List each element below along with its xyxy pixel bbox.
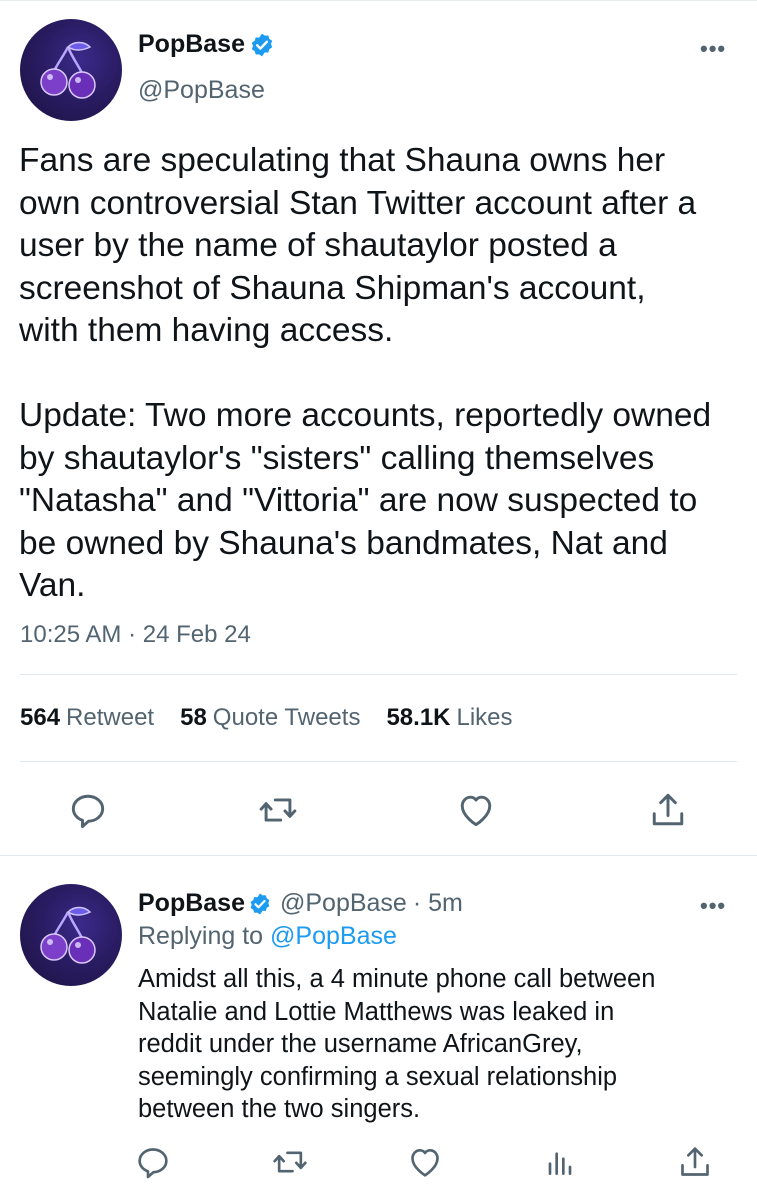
display-name[interactable]: PopBase <box>138 889 245 918</box>
handle[interactable]: @PopBase <box>138 76 265 105</box>
share-icon[interactable] <box>675 1142 715 1182</box>
likes-count: 58.1K <box>386 704 451 731</box>
likes-label: Likes <box>456 704 513 731</box>
handle[interactable]: @PopBase <box>280 889 407 918</box>
tweet-separator <box>0 855 757 856</box>
reply-line: seemingly confirming a sexual relationsh… <box>138 1062 618 1091</box>
tweet-line: "Natasha" and "Vittoria" are now suspect… <box>19 482 698 519</box>
avatar[interactable] <box>20 884 122 986</box>
tweet-line: screenshot of Shauna Shipman's account, <box>19 269 646 307</box>
relative-time[interactable]: · 5m <box>413 889 463 918</box>
retweets-count: 564 <box>20 704 61 731</box>
replying-to: Replying to @PopBase <box>138 922 397 951</box>
reply-line: reddit under the username AfricanGrey, <box>138 1030 583 1058</box>
tweet-line: Update: Two more accounts, reportedly ow… <box>19 397 712 434</box>
analytics-icon[interactable] <box>540 1142 580 1182</box>
retweets-stat[interactable]: 564 Retweet <box>20 704 154 732</box>
author-name-row: PopBase <box>138 30 275 59</box>
tweet-line: with them having access. <box>19 312 394 349</box>
quotes-count: 58 <box>180 704 207 731</box>
like-icon[interactable] <box>454 788 498 832</box>
more-options-icon[interactable]: ••• <box>700 36 726 62</box>
tweet-line: Fans are speculating that Shauna owns he… <box>19 142 666 179</box>
tweet-line: by shautaylor's "sisters" calling themse… <box>19 439 655 477</box>
divider <box>20 674 737 675</box>
engagement-stats: 564 Retweet 58 Quote Tweets 58.1K Likes <box>20 704 539 732</box>
retweet-icon[interactable] <box>256 788 300 832</box>
tweet-text: Fans are speculating that Shauna owns he… <box>19 140 754 608</box>
tweet-line: be owned by Shauna's bandmates, Nat and <box>19 524 668 562</box>
tweet-actions <box>0 788 757 834</box>
reply-text: Amidst all this, a 4 minute phone call b… <box>138 963 738 1126</box>
verified-badge-icon <box>251 33 273 56</box>
verified-badge-icon <box>250 893 270 914</box>
divider <box>20 761 737 762</box>
reply-line: Natalie and Lottie Matthews was leaked i… <box>138 997 615 1026</box>
reply-icon[interactable] <box>66 788 110 832</box>
reply-actions <box>0 1142 757 1182</box>
replying-prefix: Replying to <box>138 922 264 950</box>
retweet-icon[interactable] <box>270 1142 310 1182</box>
quotes-label: Quote Tweets <box>212 704 361 731</box>
timestamp[interactable]: 10:25 AM · 24 Feb 24 <box>20 621 251 649</box>
cherry-logo-icon <box>40 41 96 99</box>
replying-handle-link[interactable]: @PopBase <box>270 922 397 950</box>
cherry-logo-icon <box>40 906 96 964</box>
tweet-line: own controversial Stan Twitter account a… <box>19 184 697 222</box>
top-border <box>0 0 757 5</box>
retweets-label: Retweet <box>66 704 155 731</box>
reply-line: between the two singers. <box>138 1095 421 1123</box>
more-options-icon[interactable]: ••• <box>700 893 726 919</box>
tweet-line: user by the name of shautaylor posted a <box>19 227 617 264</box>
likes-stat[interactable]: 58.1K Likes <box>386 704 512 732</box>
reply-author-row: PopBase @PopBase · 5m <box>138 889 463 918</box>
quotes-stat[interactable]: 58 Quote Tweets <box>180 704 360 732</box>
avatar[interactable] <box>20 19 122 121</box>
reply-icon[interactable] <box>133 1142 173 1182</box>
display-name[interactable]: PopBase <box>138 30 245 59</box>
share-icon[interactable] <box>646 788 690 832</box>
reply-line: Amidst all this, a 4 minute phone call b… <box>138 965 656 993</box>
tweet-line: Van. <box>19 567 86 604</box>
like-icon[interactable] <box>405 1142 445 1182</box>
